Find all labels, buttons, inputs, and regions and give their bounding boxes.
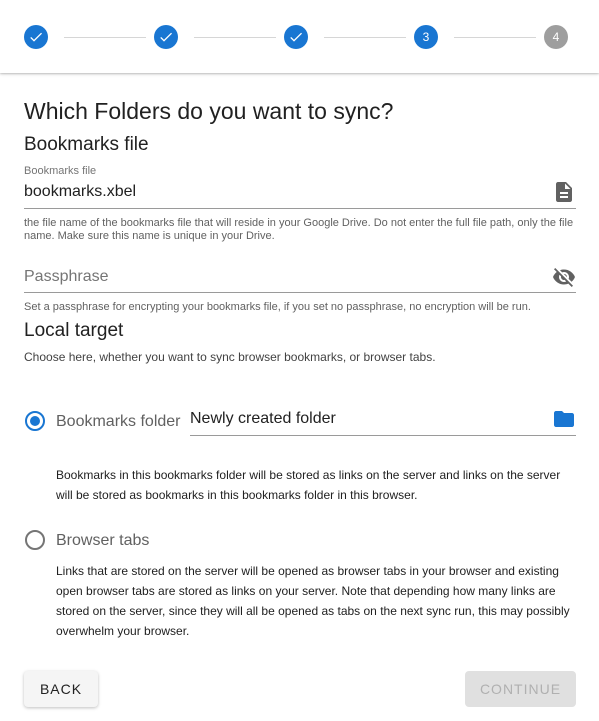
bookmarks-file-input[interactable]: bookmarks.xbel: [24, 183, 136, 201]
bookmarks-file-heading: Bookmarks file: [24, 134, 149, 155]
stepper: 3 4: [0, 0, 599, 73]
folder-icon[interactable]: [552, 407, 576, 431]
bookmarks-folder-label[interactable]: Bookmarks folder: [56, 413, 181, 431]
page-title: Which Folders do you want to sync?: [24, 98, 394, 124]
step-connector: [194, 37, 276, 38]
file-document-icon[interactable]: [552, 180, 576, 204]
check-icon: [290, 32, 302, 42]
browser-tabs-radio[interactable]: [25, 530, 45, 550]
step-4-active[interactable]: 3: [414, 25, 438, 49]
step-connector: [64, 37, 146, 38]
step-1-complete[interactable]: [24, 25, 48, 49]
bookmarks-file-helper: the file name of the bookmarks file that…: [24, 217, 574, 242]
passphrase-helper: Set a passphrase for encrypting your boo…: [24, 301, 531, 313]
check-icon: [160, 32, 172, 42]
continue-button[interactable]: CONTINUE: [465, 671, 576, 707]
bookmarks-folder-select[interactable]: Newly created folder: [190, 410, 336, 428]
eye-off-icon[interactable]: [552, 265, 576, 289]
step-number: 4: [552, 30, 560, 44]
step-5-pending[interactable]: 4: [544, 25, 568, 49]
step-number: 3: [422, 30, 430, 44]
bookmarks-folder-radio[interactable]: [25, 411, 45, 431]
step-2-complete[interactable]: [154, 25, 178, 49]
bookmarks-folder-underline: [190, 435, 576, 436]
step-connector: [454, 37, 536, 38]
passphrase-underline: [24, 292, 576, 293]
passphrase-input[interactable]: Passphrase: [24, 268, 109, 286]
bookmarks-file-label: Bookmarks file: [24, 165, 97, 177]
bookmarks-folder-description: Bookmarks in this bookmarks folder will …: [56, 468, 561, 502]
bookmarks-file-underline: [24, 208, 576, 209]
local-target-description: Choose here, whether you want to sync br…: [24, 350, 436, 364]
back-button[interactable]: BACK: [24, 671, 98, 707]
step-3-complete[interactable]: [284, 25, 308, 49]
local-target-heading: Local target: [24, 320, 124, 341]
check-icon: [30, 32, 42, 42]
step-connector: [324, 37, 406, 38]
browser-tabs-description: Links that are stored on the server will…: [56, 564, 570, 638]
browser-tabs-label[interactable]: Browser tabs: [56, 532, 149, 550]
